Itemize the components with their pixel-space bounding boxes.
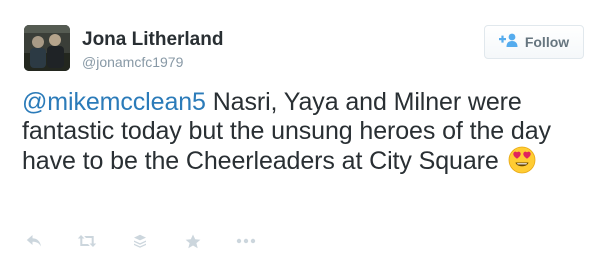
heart-eyes-emoji <box>508 146 536 181</box>
follow-label: Follow <box>524 34 570 50</box>
tweet-text: @mikemcclean5 Nasri, Yaya and Milner wer… <box>22 88 597 181</box>
more-icon[interactable] <box>236 231 256 251</box>
favorite-star-icon[interactable] <box>183 231 203 251</box>
layers-icon[interactable] <box>130 231 150 251</box>
author-info: Jona Litherland @jonamcfc1979 <box>82 29 223 71</box>
mention-link[interactable]: @mikemcclean5 <box>22 88 206 116</box>
avatar[interactable] <box>24 25 70 71</box>
follow-person-plus-icon <box>498 33 519 52</box>
author-name[interactable]: Jona Litherland <box>82 29 223 51</box>
retweet-icon[interactable] <box>77 231 97 251</box>
author-handle[interactable]: @jonamcfc1979 <box>82 53 223 71</box>
tweet-actions <box>24 231 256 251</box>
reply-icon[interactable] <box>24 231 44 251</box>
follow-button[interactable]: Follow <box>484 25 584 59</box>
